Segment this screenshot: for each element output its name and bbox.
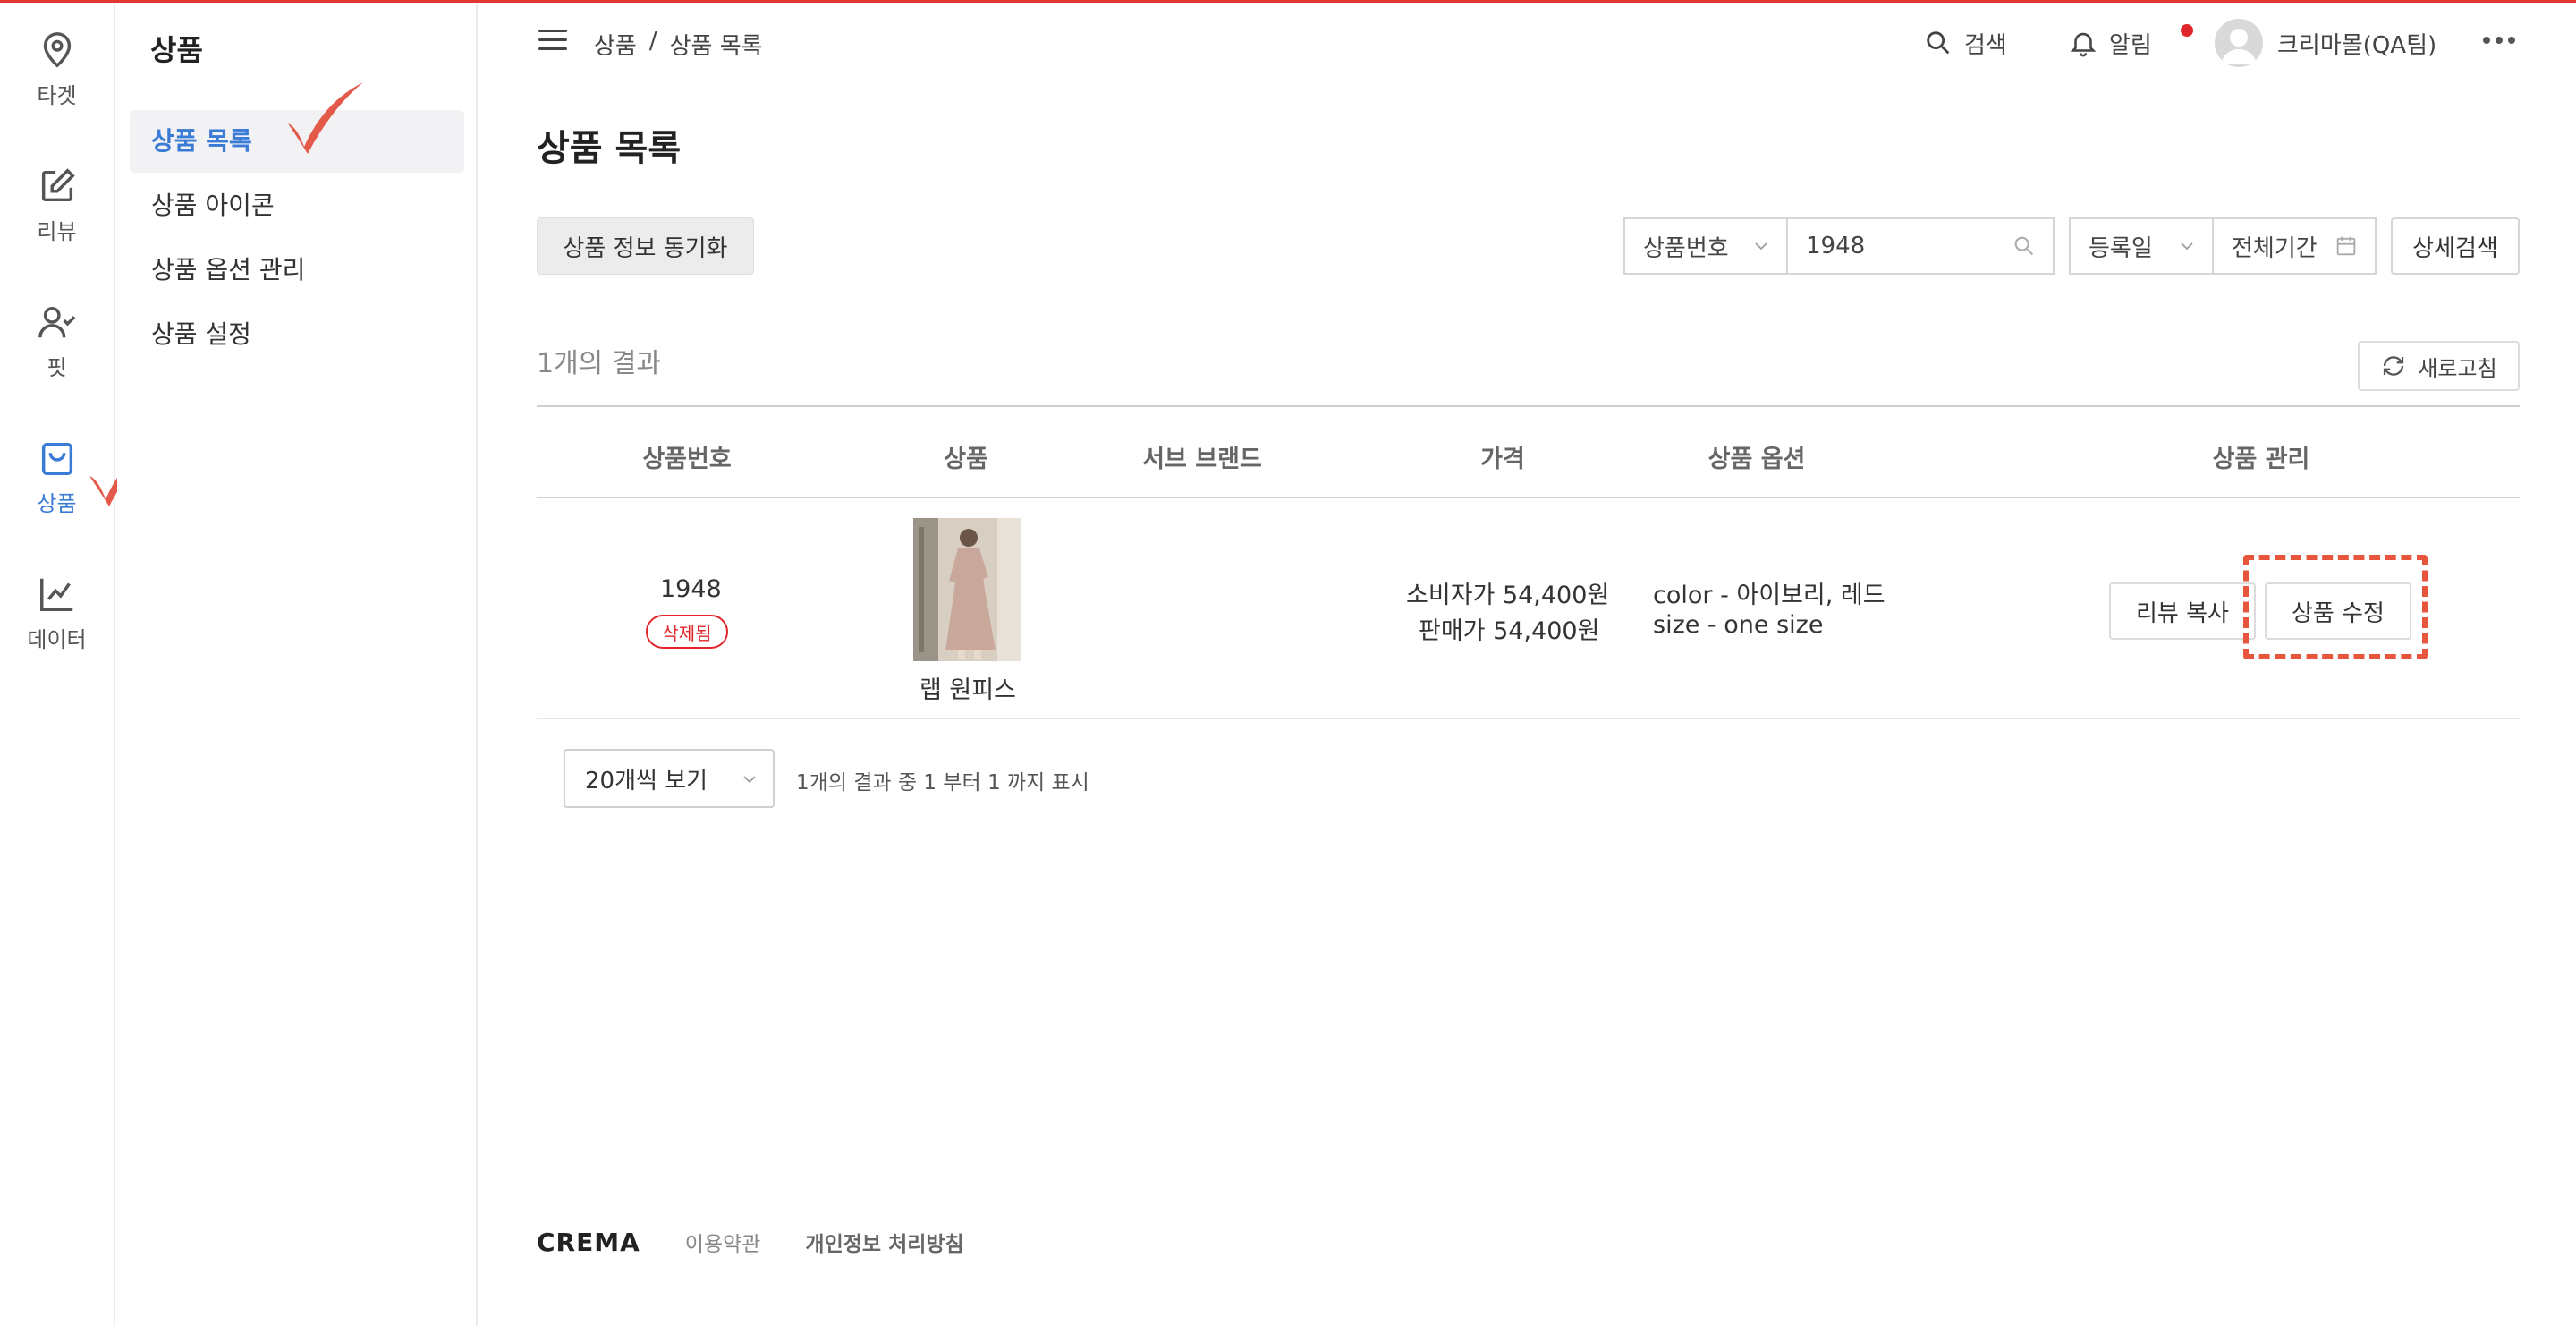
column-header-product-id[interactable]: 상품번호 xyxy=(642,439,731,474)
bell-icon xyxy=(2070,32,2097,57)
option-size: size - one size xyxy=(1653,611,1824,639)
search-field-select[interactable]: 상품번호 xyxy=(1623,217,1788,275)
search-icon xyxy=(1927,31,1950,55)
rail-item-review[interactable]: 리뷰 xyxy=(0,166,114,264)
column-header-product: 상품 xyxy=(944,446,988,473)
rail-item-label: 핏 xyxy=(47,355,67,380)
user-avatar-icon xyxy=(2222,29,2256,64)
rail-item-label: 리뷰 xyxy=(37,219,77,244)
page-title: 상품 목록 xyxy=(537,128,682,169)
header-alert-button[interactable]: 알림 xyxy=(2068,21,2193,65)
breadcrumb-item: 상품 목록 xyxy=(669,33,763,60)
option-color: color - 아이보리, 레드 xyxy=(1653,582,1885,609)
breadcrumb: 상품 / 상품 목록 xyxy=(594,28,763,61)
rail-item-data[interactable]: 데이터 xyxy=(0,574,114,672)
avatar xyxy=(2215,19,2263,67)
refresh-button[interactable]: 새로고침 xyxy=(2358,341,2520,391)
column-header-sub-brand: 서브 브랜드 xyxy=(1142,446,1262,473)
product-name[interactable]: 랩 원피스 xyxy=(919,670,1016,705)
terms-link[interactable]: 이용약관 xyxy=(685,1227,761,1257)
rail-item-label: 상품 xyxy=(37,491,77,516)
price-consumer: 소비자가 54,400원 xyxy=(1406,582,1610,609)
user-check-icon xyxy=(38,306,75,338)
crema-logo: CREMA xyxy=(537,1227,640,1257)
date-range-value: 전체기간 xyxy=(2232,234,2318,262)
header-search-label: 검색 xyxy=(1964,31,2007,59)
icon-rail: 타겟 리뷰 핏 상품 데이터 xyxy=(0,3,115,1326)
product-thumbnail[interactable] xyxy=(913,518,1021,661)
search-input[interactable]: 1948 xyxy=(1786,217,2055,275)
rail-item-fit[interactable]: 핏 xyxy=(0,302,114,400)
price-sale: 판매가 54,400원 xyxy=(1419,617,1600,645)
column-header-options: 상품 옵션 xyxy=(1707,446,1806,473)
copy-review-button[interactable]: 리뷰 복사 xyxy=(2109,582,2256,640)
chevron-down-icon xyxy=(2181,242,2193,251)
header-alert-label: 알림 xyxy=(2109,31,2152,59)
alert-dot xyxy=(2181,24,2193,37)
submenu-item-product-icon[interactable]: 상품 아이콘 xyxy=(130,174,464,237)
rail-item-label: 데이터 xyxy=(27,627,87,652)
search-input-value: 1948 xyxy=(1806,233,1866,259)
date-field-select[interactable]: 등록일 xyxy=(2069,217,2214,275)
status-badge: 삭제됨 xyxy=(646,615,728,649)
edit-icon xyxy=(41,168,75,202)
search-field-value: 상품번호 xyxy=(1643,234,1729,262)
product-photo-icon xyxy=(913,518,1021,661)
main-content: 상품 / 상품 목록 검색 알림 크리마몰(QA팀) 상품 목록 상품 정보 동… xyxy=(479,3,2576,1326)
search-icon[interactable] xyxy=(2012,234,2037,259)
sync-product-info-button[interactable]: 상품 정보 동기화 xyxy=(537,217,754,275)
more-options-icon[interactable] xyxy=(2483,37,2515,44)
chevron-down-icon xyxy=(1755,242,1767,251)
calendar-icon xyxy=(2336,236,2356,256)
user-menu[interactable]: 크리마몰(QA팀) xyxy=(2215,19,2437,67)
user-name: 크리마몰(QA팀) xyxy=(2277,31,2437,59)
rail-item-target[interactable]: 타겟 xyxy=(0,30,114,128)
result-count: 1개의 결과 xyxy=(537,348,662,379)
breadcrumb-item[interactable]: 상품 xyxy=(594,28,637,61)
location-pin-icon xyxy=(43,32,71,68)
line-chart-icon xyxy=(39,578,72,611)
edit-product-button[interactable]: 상품 수정 xyxy=(2265,582,2411,640)
date-range-picker[interactable]: 전체기간 xyxy=(2212,217,2377,275)
rail-item-label: 타겟 xyxy=(37,83,77,108)
menu-toggle-icon[interactable] xyxy=(538,30,567,51)
submenu-item-product-settings[interactable]: 상품 설정 xyxy=(130,303,464,366)
product-table: 상품번호 상품 서브 브랜드 가격 상품 옵션 상품 관리 1948 삭제됨 랩… xyxy=(537,405,2520,719)
table-header: 상품번호 상품 서브 브랜드 가격 상품 옵션 상품 관리 xyxy=(537,405,2520,498)
date-field-value: 등록일 xyxy=(2089,234,2153,262)
footer: CREMA 이용약관 개인정보 처리방침 xyxy=(537,1227,964,1257)
breadcrumb-separator: / xyxy=(648,28,657,55)
submenu-item-option-manage[interactable]: 상품 옵션 관리 xyxy=(130,239,464,302)
checkmark-annotation-icon xyxy=(288,82,363,154)
pagination-info: 1개의 결과 중 1 부터 1 까지 표시 xyxy=(796,771,1089,795)
column-header-manage: 상품 관리 xyxy=(2212,446,2310,473)
submenu-panel: 상품 상품 목록 상품 아이콘 상품 옵션 관리 상품 설정 xyxy=(117,3,478,1326)
per-page-select[interactable]: 20개씩 보기 xyxy=(564,749,775,808)
privacy-link[interactable]: 개인정보 처리방침 xyxy=(805,1227,963,1257)
submenu-title: 상품 xyxy=(150,33,203,67)
product-id: 1948 xyxy=(660,575,722,603)
shopping-bag-icon xyxy=(41,442,72,475)
per-page-value: 20개씩 보기 xyxy=(585,767,708,795)
refresh-label: 새로고침 xyxy=(2418,355,2497,381)
detail-search-button[interactable]: 상세검색 xyxy=(2391,217,2520,275)
column-header-price: 가격 xyxy=(1480,446,1525,473)
chevron-down-icon xyxy=(743,776,756,784)
header-search-button[interactable]: 검색 xyxy=(1923,21,2007,65)
refresh-icon xyxy=(2384,356,2404,376)
table-row: 1948 삭제됨 랩 원피스 소비자가 54,400원 판매가 54,400원 … xyxy=(537,498,2520,719)
